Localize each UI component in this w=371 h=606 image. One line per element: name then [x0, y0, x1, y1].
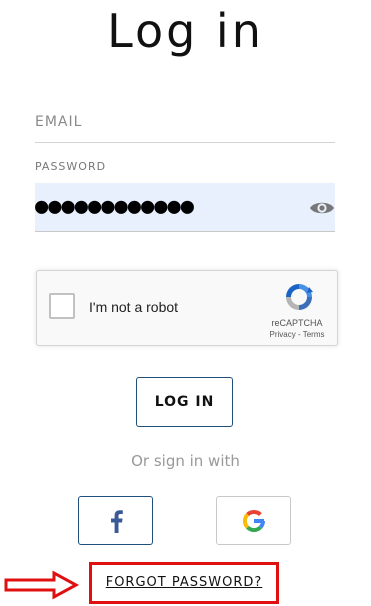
- password-value: ●●●●●●●●●●●●: [35, 194, 194, 219]
- facebook-icon: [110, 509, 123, 533]
- email-field[interactable]: EMAIL: [35, 114, 82, 130]
- recaptcha-logo-icon: [286, 284, 313, 310]
- google-signin-button[interactable]: [216, 496, 291, 545]
- password-label: PASSWORD: [35, 160, 107, 173]
- alt-signin-text: Or sign in with: [131, 452, 240, 470]
- recaptcha-brand: reCAPTCHA: [271, 318, 323, 328]
- google-icon: [242, 509, 265, 532]
- password-field[interactable]: ●●●●●●●●●●●●: [35, 183, 335, 232]
- email-underline: [35, 142, 335, 143]
- forgot-password-highlight: FORGOT PASSWORD?: [89, 562, 279, 604]
- recaptcha-checkbox[interactable]: [49, 293, 75, 319]
- forgot-password-link[interactable]: FORGOT PASSWORD?: [92, 575, 276, 590]
- page-title: Log in: [107, 4, 264, 58]
- facebook-signin-button[interactable]: [78, 496, 153, 545]
- recaptcha-label: I'm not a robot: [89, 299, 179, 315]
- login-button[interactable]: LOG IN: [136, 377, 233, 427]
- eye-icon[interactable]: [309, 199, 335, 217]
- arrow-right-icon: [4, 570, 80, 600]
- recaptcha-widget: I'm not a robot reCAPTCHA Privacy - Term…: [36, 270, 338, 346]
- recaptcha-privacy-terms-links[interactable]: Privacy - Terms: [259, 330, 335, 339]
